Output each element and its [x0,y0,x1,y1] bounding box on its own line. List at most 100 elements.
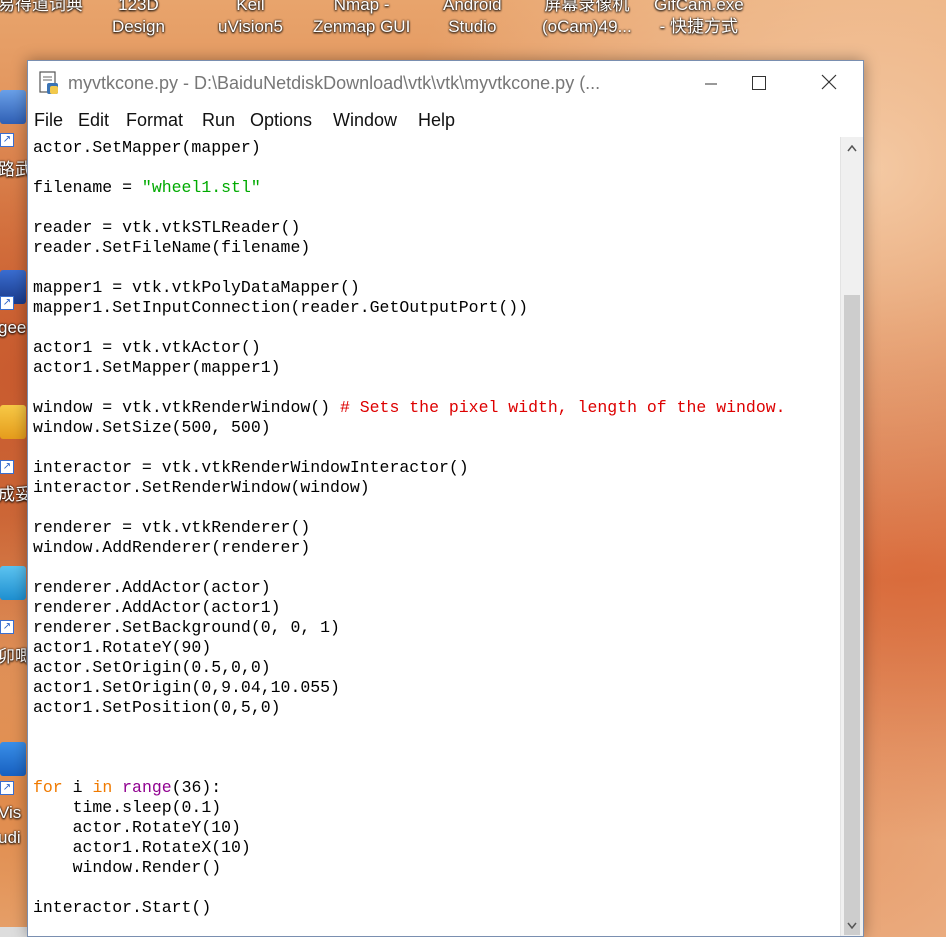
minimize-icon [705,83,717,85]
desktop-app-icon[interactable] [0,566,26,600]
desktop-icon-label[interactable]: Android Studio [443,0,502,38]
scroll-down-button[interactable] [841,914,863,936]
desktop-app-icon[interactable] [0,742,26,776]
code-line: renderer.AddActor(actor1) [33,598,281,618]
code-token: window = vtk.vtkRenderWindow() [33,398,340,417]
minimize-button[interactable] [688,61,734,107]
code-token: in [92,778,113,797]
code-line: actor.SetOrigin(0.5,0,0) [33,658,271,678]
code-token: renderer = vtk.vtkRenderer() [33,518,311,537]
code-line: interactor.Start() [33,898,211,918]
desktop-icon-label[interactable]: Keil uVision5 [218,0,283,38]
code-line: window.AddRenderer(renderer) [33,538,310,558]
code-token: # Sets the pixel width, length of the wi… [339,398,786,417]
desktop-icon-label[interactable]: Vis [0,803,21,823]
menu-edit[interactable]: Edit [78,110,109,131]
maximize-button[interactable] [736,61,782,107]
code-editor[interactable]: actor.SetMapper(mapper) filename = "wheel… [28,137,841,936]
code-line: actor1.RotateY(90) [33,638,211,658]
code-line: actor.RotateY(10) [33,818,241,838]
desktop-icon-label[interactable]: GifCam.exe - 快捷方式 [654,0,744,38]
code-token: i [62,778,93,797]
chevron-down-icon [847,922,857,930]
code-line: renderer.SetBackground(0, 0, 1) [33,618,340,638]
code-token: window.AddRenderer(renderer) [33,538,311,557]
code-line: interactor.SetRenderWindow(window) [33,478,370,498]
code-line: mapper1.SetInputConnection(reader.GetOut… [33,298,528,318]
code-token: time.sleep(0.1) [33,798,222,817]
menu-format[interactable]: Format [126,110,183,131]
scroll-up-button[interactable] [841,137,863,159]
code-token: window.SetSize(500, 500) [33,418,271,437]
desktop-icon-label[interactable]: udi [0,828,21,848]
code-line: mapper1 = vtk.vtkPolyDataMapper() [33,278,360,298]
code-line: filename = "wheel1.stl" [33,178,261,198]
desktop-icon-label[interactable]: 屏幕录像机 (oCam)49... [542,0,632,38]
code-line: for i in range(36): [33,778,221,798]
title-bar[interactable]: myvtkcone.py - D:\BaiduNetdiskDownload\v… [28,61,863,107]
code-token: actor.SetOrigin(0.5,0,0) [33,658,271,677]
desktop-icon-label[interactable]: 123D Design [112,0,165,38]
code-token: range [122,778,172,797]
code-token: actor.SetMapper(mapper) [33,138,261,157]
desktop-icon-label[interactable]: 易得道词典 [0,0,83,16]
window-title: myvtkcone.py - D:\BaiduNetdiskDownload\v… [68,73,601,93]
menu-window[interactable]: Window [333,110,397,131]
chevron-up-icon [847,144,857,152]
code-token: mapper1.SetInputConnection(reader.GetOut… [33,298,529,317]
code-token: filename = [33,178,142,197]
code-token: for [33,778,63,797]
code-token: renderer.SetBackground(0, 0, 1) [33,618,340,637]
close-button[interactable] [806,61,852,107]
menu-file[interactable]: File [34,110,63,131]
code-token: reader.SetFileName(filename) [33,238,311,257]
code-line: actor1.SetOrigin(0,9.04,10.055) [33,678,340,698]
code-line: window.SetSize(500, 500) [33,418,271,438]
code-line: actor1.SetPosition(0,5,0) [33,698,281,718]
desktop-app-icon[interactable] [0,90,26,124]
code-line: actor1.SetMapper(mapper1) [33,358,281,378]
code-token: interactor = vtk.vtkRenderWindowInteract… [33,458,469,477]
code-line: actor1.RotateX(10) [33,838,251,858]
scroll-thumb[interactable] [844,295,860,935]
shortcut-arrow-icon: ↗ [0,620,14,634]
vertical-scrollbar[interactable] [840,137,863,936]
menu-help[interactable]: Help [418,110,455,131]
code-token: actor.RotateY(10) [33,818,241,837]
menu-options[interactable]: Options [250,110,312,131]
close-icon [821,74,837,90]
code-line: actor.SetMapper(mapper) [33,138,261,158]
desktop-app-icon[interactable] [0,405,26,439]
code-line: window.Render() [33,858,222,878]
shortcut-arrow-icon: ↗ [0,296,14,310]
code-line: window = vtk.vtkRenderWindow() # Sets th… [33,398,786,418]
menu-run[interactable]: Run [202,110,235,131]
shortcut-arrow-icon: ↗ [0,460,14,474]
code-token: actor1.SetPosition(0,5,0) [33,698,281,717]
desktop-edge [0,927,27,937]
maximize-icon [752,76,766,90]
desktop-icon-label[interactable]: Nmap - Zenmap GUI [313,0,410,38]
shortcut-arrow-icon: ↗ [0,133,14,147]
python-file-icon [39,71,58,94]
idle-editor-window: myvtkcone.py - D:\BaiduNetdiskDownload\v… [27,60,864,937]
code-token: renderer.AddActor(actor) [33,578,271,597]
code-line: renderer = vtk.vtkRenderer() [33,518,310,538]
shortcut-arrow-icon: ↗ [0,781,14,795]
code-token: interactor.SetRenderWindow(window) [33,478,370,497]
code-line: reader = vtk.vtkSTLReader() [33,218,300,238]
code-token: window.Render() [33,858,222,877]
code-token: (36): [171,778,222,797]
code-token: interactor.Start() [33,898,212,917]
code-line: renderer.AddActor(actor) [33,578,271,598]
code-token: renderer.AddActor(actor1) [33,598,281,617]
desktop-icon-label[interactable]: gee [0,318,26,338]
code-token: actor1.RotateX(10) [33,838,251,857]
code-token: actor1.RotateY(90) [33,638,212,657]
code-line: reader.SetFileName(filename) [33,238,310,258]
code-token: actor1 = vtk.vtkActor() [33,338,261,357]
code-line: actor1 = vtk.vtkActor() [33,338,261,358]
code-token: actor1.SetMapper(mapper1) [33,358,281,377]
code-token: actor1.SetOrigin(0,9.04,10.055) [33,678,340,697]
